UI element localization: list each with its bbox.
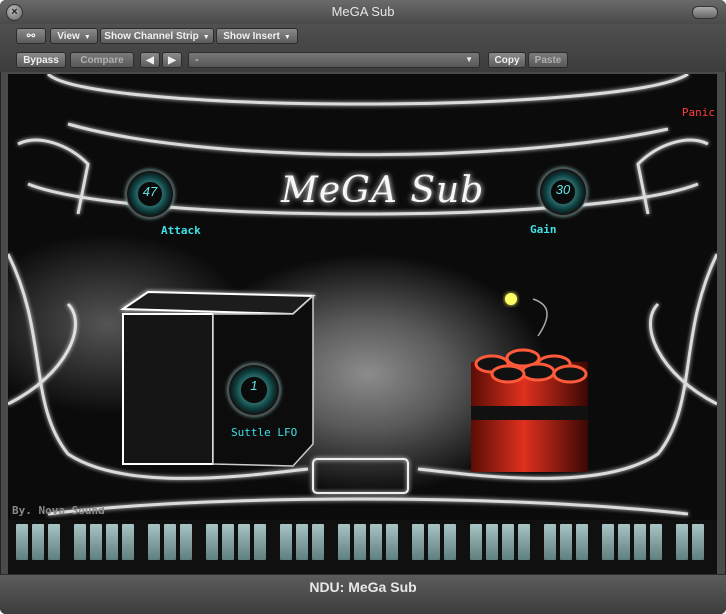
piano-key[interactable] [444, 524, 456, 560]
attack-value: 47 [142, 184, 158, 199]
piano-key[interactable] [370, 524, 382, 560]
piano-key[interactable] [222, 524, 234, 560]
piano-key[interactable] [544, 524, 556, 560]
gain-label: Gain [530, 223, 557, 236]
piano-key[interactable] [312, 524, 324, 560]
piano-key[interactable] [618, 524, 630, 560]
copy-button[interactable]: Copy [488, 52, 526, 68]
piano-key[interactable] [676, 524, 688, 560]
plugin-title: MeGA Sub [281, 170, 485, 211]
preset-value: - [195, 54, 199, 66]
piano-key[interactable] [32, 524, 44, 560]
piano-key[interactable] [180, 524, 192, 560]
piano-key[interactable] [90, 524, 102, 560]
piano-key[interactable] [502, 524, 514, 560]
view-menu-label: View [57, 31, 80, 42]
credit-text: By. Nova Sound [12, 504, 105, 517]
attack-knob[interactable]: 47 [126, 170, 174, 218]
piano-key[interactable] [48, 524, 60, 560]
show-channel-strip-label: Show Channel Strip [104, 31, 199, 42]
plugin-window: × MeGA Sub ⚯ View ▼ Show Channel Strip ▼ S… [0, 0, 726, 614]
show-channel-strip-menu[interactable]: Show Channel Strip ▼ [100, 28, 214, 44]
piano-key[interactable] [16, 524, 28, 560]
piano-key[interactable] [560, 524, 572, 560]
gain-knob[interactable]: 30 [539, 168, 587, 216]
bypass-button[interactable]: Bypass [16, 52, 66, 68]
link-icon: ⚯ [26, 31, 36, 42]
piano-key[interactable] [412, 524, 424, 560]
piano-key[interactable] [254, 524, 266, 560]
piano-key[interactable] [386, 524, 398, 560]
piano-key[interactable] [428, 524, 440, 560]
piano-key[interactable] [122, 524, 134, 560]
dynamite-bundle [471, 293, 588, 472]
next-preset-button[interactable]: ▶ [162, 52, 182, 68]
piano-key[interactable] [650, 524, 662, 560]
title-bar: × MeGA Sub [0, 0, 726, 25]
plugin-toolbar: ⚯ View ▼ Show Channel Strip ▼ Show Insert ▼… [0, 24, 726, 72]
piano-key[interactable] [74, 524, 86, 560]
piano-key[interactable] [106, 524, 118, 560]
piano-key[interactable] [206, 524, 218, 560]
piano-key[interactable] [280, 524, 292, 560]
footer-bar: NDU: MeGa Sub [0, 574, 726, 614]
piano-key[interactable] [354, 524, 366, 560]
paste-button[interactable]: Paste [528, 52, 568, 68]
footer-title: NDU: MeGa Sub [309, 579, 417, 595]
chevron-down-icon: ▼ [202, 34, 210, 41]
chevron-down-icon: ▼ [465, 55, 473, 64]
piano-key[interactable] [164, 524, 176, 560]
suttle-lfo-value: 1 [250, 378, 258, 393]
piano-keyboard[interactable] [8, 520, 717, 574]
toolbar-toggle-button[interactable] [692, 6, 718, 19]
piano-key[interactable] [692, 524, 704, 560]
plugin-interface: MeGA Sub Panic 47 Attack 30 Gain 1 Suttl… [8, 74, 717, 574]
attack-label: Attack [161, 224, 201, 237]
car-trunk-artwork [8, 74, 717, 516]
chevron-down-icon: ▼ [283, 34, 291, 41]
arrow-right-icon: ▶ [168, 55, 176, 66]
piano-key[interactable] [634, 524, 646, 560]
piano-key[interactable] [470, 524, 482, 560]
piano-key[interactable] [148, 524, 160, 560]
window-title: MeGA Sub [331, 4, 395, 19]
suttle-lfo-knob[interactable]: 1 [228, 364, 280, 416]
piano-key[interactable] [518, 524, 530, 560]
speaker-box [119, 290, 316, 467]
piano-key[interactable] [576, 524, 588, 560]
piano-key[interactable] [296, 524, 308, 560]
gain-value: 30 [555, 182, 571, 197]
link-button[interactable]: ⚯ [16, 28, 46, 44]
panic-button[interactable]: Panic [682, 106, 715, 119]
compare-button[interactable]: Compare [70, 52, 134, 68]
piano-key[interactable] [338, 524, 350, 560]
preset-menu[interactable]: - ▼ [188, 52, 480, 68]
suttle-lfo-label: Suttle LFO [231, 426, 298, 439]
arrow-left-icon: ◀ [146, 55, 154, 66]
piano-key[interactable] [486, 524, 498, 560]
chevron-down-icon: ▼ [83, 34, 91, 41]
view-menu[interactable]: View ▼ [50, 28, 98, 44]
previous-preset-button[interactable]: ◀ [140, 52, 160, 68]
piano-key[interactable] [238, 524, 250, 560]
piano-key[interactable] [602, 524, 614, 560]
show-insert-menu[interactable]: Show Insert ▼ [216, 28, 298, 44]
show-insert-label: Show Insert [223, 31, 280, 42]
